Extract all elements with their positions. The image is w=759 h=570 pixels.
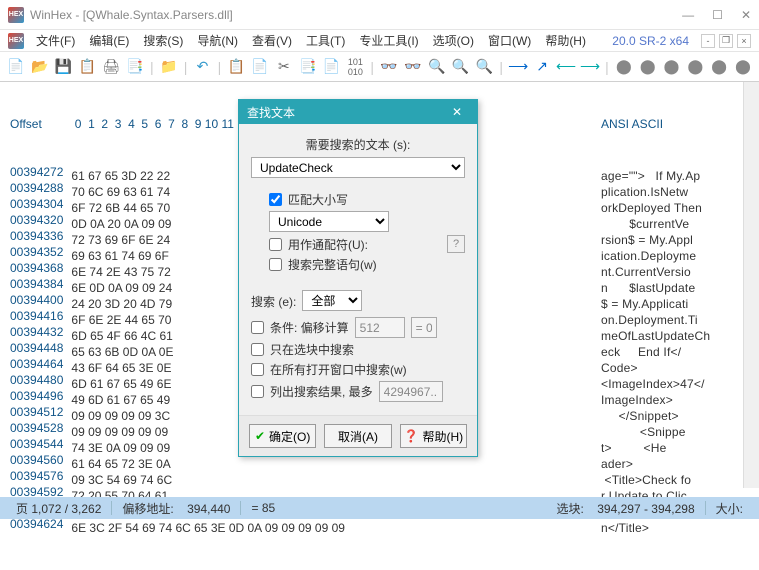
menu-view[interactable]: 查看(V) (246, 30, 298, 51)
find4-icon[interactable]: 🔍 (474, 57, 494, 77)
vertical-scrollbar[interactable] (743, 82, 759, 488)
window-title: WinHex - [QWhale.Syntax.Parsers.dll] (30, 8, 682, 22)
wildcard-checkbox[interactable] (269, 238, 282, 251)
paste-icon[interactable]: 📄 (250, 57, 270, 77)
disk2-icon[interactable]: ⬤ (638, 57, 658, 77)
scope-label: 搜索 (e): (251, 293, 296, 310)
sep: | (149, 57, 155, 77)
mdi-close-icon[interactable]: × (737, 34, 751, 48)
find-icon[interactable]: 👓 (379, 57, 399, 77)
cancel-button[interactable]: 取消(A) (324, 424, 391, 448)
find3-icon[interactable]: 🔍 (451, 57, 471, 77)
in-block-checkbox[interactable] (251, 343, 264, 356)
wildcard-char[interactable]: ? (447, 235, 465, 253)
sep: | (498, 57, 504, 77)
mdi-restore-icon[interactable]: ❐ (719, 34, 733, 48)
sep: | (369, 57, 375, 77)
cond-checkbox[interactable] (251, 321, 264, 334)
menu-edit[interactable]: 编辑(E) (83, 30, 135, 51)
paste2-icon[interactable]: 📄 (322, 57, 342, 77)
page-status: 页 1,072 / 3,262 (6, 500, 111, 517)
menu-tools[interactable]: 工具(T) (300, 30, 351, 51)
cut-icon[interactable]: ✂ (274, 57, 294, 77)
mdi-icon: HEX (8, 33, 24, 49)
selection-status: 选块: 394,297 - 394,298 (547, 500, 705, 517)
match-case-label: 匹配大小写 (288, 191, 348, 208)
ascii-column: ANSI ASCII age=""> If My.Ap plication.Is… (593, 82, 743, 488)
dialog-titlebar[interactable]: 查找文本 ✕ (239, 100, 477, 124)
cond-label: 条件: 偏移计算 (270, 319, 349, 336)
statusbar: 页 1,072 / 3,262 偏移地址: 394,440 = 85 选块: 3… (0, 497, 759, 519)
findhex-icon[interactable]: 👓 (403, 57, 423, 77)
save-icon[interactable]: 💾 (54, 57, 74, 77)
cond-eq (411, 317, 437, 338)
menu-file[interactable]: 文件(F) (30, 30, 81, 51)
all-win-checkbox[interactable] (251, 363, 264, 376)
goto2-icon[interactable]: ↗ (532, 57, 552, 77)
undo-icon[interactable]: ↶ (193, 57, 213, 77)
menu-specialist[interactable]: 专业工具(I) (353, 30, 424, 51)
menu-help[interactable]: 帮助(H) (539, 30, 592, 51)
disk6-icon[interactable]: ⬤ (733, 57, 753, 77)
sep: | (183, 57, 189, 77)
open-icon[interactable]: 📂 (30, 57, 50, 77)
maximize-button[interactable]: ☐ (712, 8, 723, 22)
menu-window[interactable]: 窗口(W) (482, 30, 537, 51)
bits-icon[interactable]: 101010 (345, 57, 365, 77)
dialog-title: 查找文本 (247, 104, 295, 121)
close-button[interactable]: ✕ (741, 8, 751, 22)
back-icon[interactable]: ⟵ (556, 57, 576, 77)
all-win-label: 在所有打开窗口中搜索(w) (270, 361, 407, 378)
find-text-dialog: 查找文本 ✕ 需要搜索的文本 (s): UpdateCheck 匹配大小写 Un… (238, 99, 478, 457)
list-label: 列出搜索结果, 最多 (270, 383, 373, 400)
titlebar: HEX WinHex - [QWhale.Syntax.Parsers.dll]… (0, 0, 759, 30)
cond-n (355, 317, 405, 338)
size-label: 大小: (706, 500, 753, 517)
properties-icon[interactable]: 📑 (125, 57, 145, 77)
disk5-icon[interactable]: ⬤ (709, 57, 729, 77)
disk1-icon[interactable]: ⬤ (614, 57, 634, 77)
ok-button[interactable]: ✔确定(O) (249, 424, 316, 448)
dialog-close-icon[interactable]: ✕ (445, 105, 469, 119)
menubar: HEX 文件(F) 编辑(E) 搜索(S) 导航(N) 查看(V) 工具(T) … (0, 30, 759, 52)
list-max (379, 381, 443, 402)
list-checkbox[interactable] (251, 385, 264, 398)
saveas-icon[interactable]: 📋 (77, 57, 97, 77)
new-icon[interactable]: 📄 (6, 57, 26, 77)
minimize-button[interactable]: — (682, 8, 694, 22)
offset-column: Offset 00394272 00394288 00394304 003943… (0, 82, 67, 488)
match-case-checkbox[interactable] (269, 193, 282, 206)
in-block-label: 只在选块中搜索 (270, 341, 354, 358)
copy2-icon[interactable]: 📑 (298, 57, 318, 77)
folder-icon[interactable]: 📁 (159, 57, 179, 77)
search-prompt: 需要搜索的文本 (s): (251, 136, 465, 153)
wildcard-label: 用作通配符(U): (288, 236, 368, 253)
mdi-min-icon[interactable]: - (701, 34, 715, 48)
find2-icon[interactable]: 🔍 (427, 57, 447, 77)
eq-status: = 85 (241, 501, 285, 515)
print-icon[interactable]: 🖨 (101, 57, 121, 77)
goto-icon[interactable]: ⟶ (508, 57, 528, 77)
help-button[interactable]: ❓帮助(H) (400, 424, 467, 448)
sep: | (216, 57, 222, 77)
offset-label: 偏移地址: 394,440 (112, 500, 240, 517)
app-icon: HEX (8, 7, 24, 23)
toolbar: 📄 📂 💾 📋 🖨 📑 | 📁 | ↶ | 📋 📄 ✂ 📑 📄 101010 |… (0, 52, 759, 82)
disk3-icon[interactable]: ⬤ (662, 57, 682, 77)
whole-word-checkbox[interactable] (269, 258, 282, 271)
sep: | (604, 57, 610, 77)
disk4-icon[interactable]: ⬤ (685, 57, 705, 77)
fwd-icon[interactable]: ⟶ (580, 57, 600, 77)
version-label: 20.0 SR-2 x64 (612, 34, 689, 48)
encoding-select[interactable]: Unicode (269, 211, 389, 232)
menu-options[interactable]: 选项(O) (427, 30, 480, 51)
whole-label: 搜索完整语句(w) (288, 256, 377, 273)
menu-nav[interactable]: 导航(N) (191, 30, 244, 51)
copy-icon[interactable]: 📋 (226, 57, 246, 77)
search-text-input[interactable]: UpdateCheck (251, 157, 465, 178)
scope-select[interactable]: 全部 (302, 290, 362, 311)
menu-search[interactable]: 搜索(S) (137, 30, 189, 51)
